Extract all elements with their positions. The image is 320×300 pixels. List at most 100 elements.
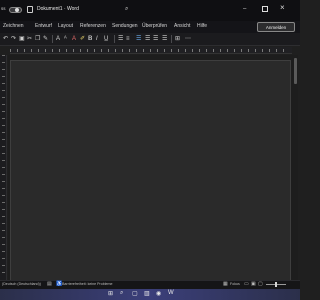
font-icon[interactable]: A bbox=[56, 35, 60, 43]
justify-icon[interactable]: ☰ bbox=[162, 35, 167, 43]
ruler-tick bbox=[2, 132, 5, 133]
format-painter-icon[interactable]: ✎ bbox=[43, 35, 48, 43]
toggle-knob bbox=[15, 8, 19, 12]
ruler-tick bbox=[2, 244, 5, 245]
ribbon-separator bbox=[171, 35, 172, 43]
align-center-icon[interactable]: ☰ bbox=[145, 35, 150, 43]
cut-icon[interactable]: ✂ bbox=[27, 35, 32, 43]
ruler-tick bbox=[234, 49, 235, 52]
ruler-tick bbox=[66, 49, 67, 52]
ruler-tick bbox=[2, 90, 5, 91]
ruler-tick bbox=[143, 49, 144, 52]
highlight-icon[interactable]: ✐ bbox=[80, 35, 85, 43]
font-color-icon[interactable]: A bbox=[72, 35, 76, 43]
ruler-tick bbox=[115, 49, 116, 52]
ruler-tick bbox=[2, 223, 5, 224]
bullets-icon[interactable]: ☰ bbox=[118, 35, 123, 43]
read-mode-icon[interactable]: ▭ bbox=[244, 281, 249, 287]
ruler-tick bbox=[94, 49, 95, 52]
ruler-tick bbox=[199, 49, 200, 52]
undo-icon[interactable]: ↶ bbox=[3, 35, 8, 43]
browser-icon[interactable]: ◉ bbox=[156, 290, 161, 297]
ruler-tick bbox=[2, 76, 5, 77]
ruler-tick bbox=[2, 265, 5, 266]
maximize-icon[interactable] bbox=[262, 6, 268, 12]
tab-referenzen[interactable]: Referenzen bbox=[80, 23, 106, 29]
close-icon[interactable]: × bbox=[280, 3, 285, 12]
ruler-tick bbox=[2, 55, 5, 56]
sign-in-button[interactable]: Anmelden bbox=[257, 22, 295, 32]
document-title: Dokument1 · Word bbox=[37, 6, 79, 12]
copy-icon[interactable]: ❐ bbox=[35, 35, 40, 43]
italic-icon[interactable]: 𝐼 bbox=[96, 35, 98, 43]
ruler-tick bbox=[2, 230, 5, 231]
tab-zeichnen[interactable]: Zeichnen bbox=[3, 23, 24, 29]
ruler-tick bbox=[164, 49, 165, 52]
ruler-tick bbox=[2, 83, 5, 84]
align-left-icon[interactable]: ☰ bbox=[136, 35, 141, 43]
status-language: (Deutsch (Deutschland)) bbox=[2, 282, 41, 286]
ruler-tick bbox=[80, 49, 81, 52]
zoom-slider-thumb[interactable] bbox=[275, 282, 277, 287]
ruler-tick bbox=[2, 195, 5, 196]
ruler-tick bbox=[38, 49, 39, 52]
bold-icon[interactable]: 𝐁 bbox=[88, 35, 92, 43]
ruler-tick bbox=[2, 258, 5, 259]
ruler-tick bbox=[185, 49, 186, 52]
web-layout-icon[interactable]: ▢ bbox=[258, 281, 263, 287]
ruler-tick bbox=[220, 49, 221, 52]
align-right-icon[interactable]: ☰ bbox=[153, 35, 158, 43]
more-icon[interactable]: ⋯ bbox=[185, 35, 191, 43]
tab-sendungen[interactable]: Sendungen bbox=[112, 23, 138, 29]
save-icon[interactable] bbox=[27, 6, 33, 13]
task-view-icon[interactable]: ▢ bbox=[132, 290, 138, 297]
ruler-tick bbox=[2, 111, 5, 112]
ribbon-separator bbox=[52, 35, 53, 43]
ruler-tick bbox=[101, 49, 102, 52]
redo-icon[interactable]: ↷ bbox=[11, 35, 16, 43]
ruler-tick bbox=[2, 139, 5, 140]
underline-icon[interactable]: U̲ bbox=[104, 35, 108, 43]
ruler-tick bbox=[2, 146, 5, 147]
ruler-tick bbox=[2, 216, 5, 217]
font-size-icon[interactable]: ᴬ bbox=[64, 35, 67, 43]
ruler-tick bbox=[87, 49, 88, 52]
ruler-tick bbox=[2, 188, 5, 189]
word-app-icon[interactable]: W bbox=[168, 290, 174, 296]
ruler-tick bbox=[2, 97, 5, 98]
ruler-tick bbox=[122, 49, 123, 52]
tab-ueberpruefen[interactable]: Überprüfen bbox=[142, 23, 167, 29]
numbering-icon[interactable]: ≡ bbox=[126, 35, 130, 43]
search-taskbar-icon[interactable]: ⌕ bbox=[120, 290, 123, 297]
search-icon[interactable]: ⌕ bbox=[125, 6, 128, 13]
accessibility-status[interactable]: Barrierefreiheit: keine Probleme bbox=[62, 282, 113, 286]
ruler-tick bbox=[2, 209, 5, 210]
tab-hilfe[interactable]: Hilfe bbox=[197, 23, 207, 29]
print-layout-icon[interactable]: ▣ bbox=[251, 281, 256, 287]
table-icon[interactable]: ⊞ bbox=[175, 35, 180, 43]
ruler-tick bbox=[108, 49, 109, 52]
minimize-icon[interactable]: – bbox=[243, 6, 246, 12]
explorer-icon[interactable]: ▥ bbox=[144, 290, 150, 297]
ruler-tick bbox=[248, 49, 249, 52]
proofing-icon[interactable]: ▤ bbox=[47, 281, 52, 287]
vertical-ruler bbox=[0, 55, 7, 280]
ruler-tick bbox=[2, 174, 5, 175]
start-icon[interactable]: ⊞ bbox=[108, 290, 113, 297]
paste-icon[interactable]: ▣ bbox=[19, 35, 25, 43]
vertical-scrollbar[interactable] bbox=[294, 58, 297, 84]
ruler-tick bbox=[2, 272, 5, 273]
ruler-tick bbox=[45, 49, 46, 52]
os-taskbar bbox=[0, 289, 300, 300]
ruler-tick bbox=[136, 49, 137, 52]
document-page[interactable] bbox=[10, 60, 291, 280]
tab-ansicht[interactable]: Ansicht bbox=[174, 23, 190, 29]
tab-entwurf[interactable]: Entwurf bbox=[35, 23, 52, 29]
ruler-tick bbox=[283, 49, 284, 52]
focus-icon[interactable]: ▦ bbox=[223, 281, 228, 287]
focus-label[interactable]: Fokus bbox=[230, 282, 240, 286]
tab-layout[interactable]: Layout bbox=[58, 23, 73, 29]
ruler-tick bbox=[227, 49, 228, 52]
ruler-tick bbox=[213, 49, 214, 52]
ruler-tick bbox=[2, 104, 5, 105]
